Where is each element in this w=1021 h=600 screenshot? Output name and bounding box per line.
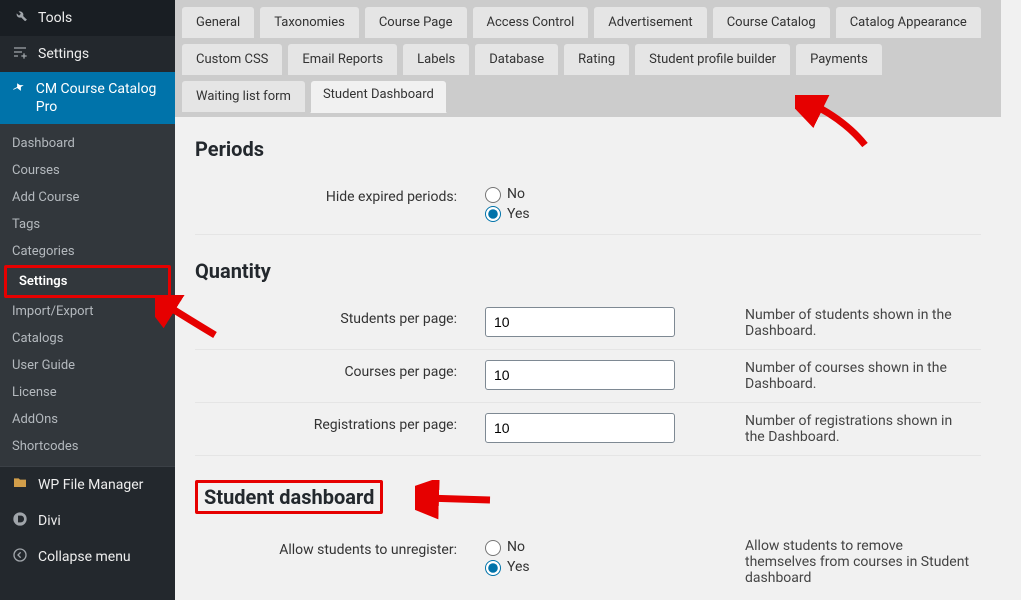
- student-dashboard-table: Allow students to unregister: No Yes All…: [195, 528, 981, 596]
- quantity-table: Students per page: Number of students sh…: [195, 297, 981, 456]
- hide-expired-no[interactable]: No: [485, 185, 725, 205]
- tab-course-catalog[interactable]: Course Catalog: [712, 6, 831, 39]
- tab-access-control[interactable]: Access Control: [472, 6, 590, 39]
- sidebar-item-courses[interactable]: Courses: [0, 157, 175, 184]
- tab-payments[interactable]: Payments: [795, 43, 883, 76]
- registrations-per-page-desc: Number of registrations shown in the Das…: [735, 403, 981, 456]
- students-per-page-input[interactable]: [485, 307, 675, 337]
- sidebar-submenu: Dashboard Courses Add Course Tags Catego…: [0, 124, 175, 466]
- section-title-student-dashboard: Student dashboard: [195, 480, 383, 514]
- allow-unregister-yes[interactable]: Yes: [485, 558, 725, 578]
- radio-yes[interactable]: [485, 206, 501, 222]
- sidebar-label: WP File Manager: [38, 477, 143, 493]
- periods-table: Hide expired periods: No Yes: [195, 175, 981, 235]
- tab-general[interactable]: General: [181, 6, 255, 39]
- tab-rating[interactable]: Rating: [563, 43, 630, 76]
- tab-student-dashboard[interactable]: Student Dashboard: [310, 80, 447, 113]
- tab-student-profile-builder[interactable]: Student profile builder: [634, 43, 791, 76]
- registrations-per-page-input[interactable]: [485, 413, 675, 443]
- sliders-icon: [10, 44, 30, 64]
- sidebar-item-shortcodes[interactable]: Shortcodes: [0, 433, 175, 460]
- sidebar-item-tags[interactable]: Tags: [0, 211, 175, 238]
- tab-database[interactable]: Database: [474, 43, 559, 76]
- admin-sidebar: Tools Settings CM Course Catalog Pro Das…: [0, 0, 175, 600]
- allow-unregister-desc: Allow students to remove themselves from…: [735, 528, 981, 596]
- divi-icon: [10, 511, 30, 531]
- sidebar-item-categories[interactable]: Categories: [0, 238, 175, 265]
- collapse-icon: [10, 547, 30, 567]
- sidebar-item-catalogs[interactable]: Catalogs: [0, 325, 175, 352]
- tab-custom-css[interactable]: Custom CSS: [181, 43, 283, 76]
- sidebar-item-tools[interactable]: Tools: [0, 0, 175, 36]
- radio-no[interactable]: [485, 187, 501, 203]
- tab-catalog-appearance[interactable]: Catalog Appearance: [835, 6, 982, 39]
- registrations-per-page-label: Registrations per page:: [195, 403, 475, 456]
- radio-yes[interactable]: [485, 560, 501, 576]
- tab-advertisement[interactable]: Advertisement: [593, 6, 707, 39]
- sidebar-item-dashboard[interactable]: Dashboard: [0, 130, 175, 157]
- sidebar-item-settings[interactable]: Settings: [4, 265, 171, 298]
- wrench-icon: [10, 8, 30, 28]
- tab-taxonomies[interactable]: Taxonomies: [259, 6, 360, 39]
- students-per-page-label: Students per page:: [195, 297, 475, 350]
- sidebar-collapse-menu[interactable]: Collapse menu: [0, 539, 175, 575]
- plugin-title: CM Course Catalog Pro: [36, 80, 165, 116]
- sidebar-item-wp-file-manager[interactable]: WP File Manager: [0, 467, 175, 503]
- students-per-page-desc: Number of students shown in the Dashboar…: [735, 297, 981, 350]
- sidebar-item-import-export[interactable]: Import/Export: [0, 298, 175, 325]
- sidebar-item-user-guide[interactable]: User Guide: [0, 352, 175, 379]
- allow-unregister-label: Allow students to unregister:: [195, 528, 475, 596]
- sidebar-item-addons[interactable]: AddOns: [0, 406, 175, 433]
- sidebar-item-license[interactable]: License: [0, 379, 175, 406]
- sidebar-label: Tools: [38, 10, 72, 26]
- tab-course-page[interactable]: Course Page: [364, 6, 468, 39]
- tab-labels[interactable]: Labels: [402, 43, 470, 76]
- tab-waiting-list-form[interactable]: Waiting list form: [181, 80, 306, 113]
- hide-expired-yes[interactable]: Yes: [485, 205, 725, 225]
- sidebar-bottom: WP File Manager Divi Collapse menu: [0, 466, 175, 575]
- hide-expired-radios: No Yes: [485, 185, 725, 224]
- sidebar-item-add-course[interactable]: Add Course: [0, 184, 175, 211]
- courses-per-page-input[interactable]: [485, 360, 675, 390]
- main-content: General Taxonomies Course Page Access Co…: [175, 0, 1021, 600]
- section-title-quantity: Quantity: [195, 259, 981, 283]
- sidebar-label: Divi: [38, 513, 61, 529]
- folder-icon: [10, 475, 30, 495]
- sidebar-item-settings-top[interactable]: Settings: [0, 36, 175, 72]
- settings-body: Periods Hide expired periods: No Yes Qua…: [175, 117, 1001, 596]
- tab-email-reports[interactable]: Email Reports: [287, 43, 398, 76]
- sidebar-label: Collapse menu: [38, 549, 131, 565]
- settings-tabs: General Taxonomies Course Page Access Co…: [175, 0, 1001, 117]
- section-title-periods: Periods: [195, 137, 981, 161]
- sidebar-item-divi[interactable]: Divi: [0, 503, 175, 539]
- radio-no[interactable]: [485, 540, 501, 556]
- courses-per-page-label: Courses per page:: [195, 350, 475, 403]
- hide-expired-label: Hide expired periods:: [195, 175, 475, 235]
- sidebar-item-cm-course-catalog[interactable]: CM Course Catalog Pro: [0, 72, 175, 124]
- courses-per-page-desc: Number of courses shown in the Dashboard…: [735, 350, 981, 403]
- allow-unregister-no[interactable]: No: [485, 538, 725, 558]
- pin-icon: [10, 80, 28, 102]
- allow-unregister-radios: No Yes: [485, 538, 725, 577]
- sidebar-label: Settings: [38, 46, 89, 62]
